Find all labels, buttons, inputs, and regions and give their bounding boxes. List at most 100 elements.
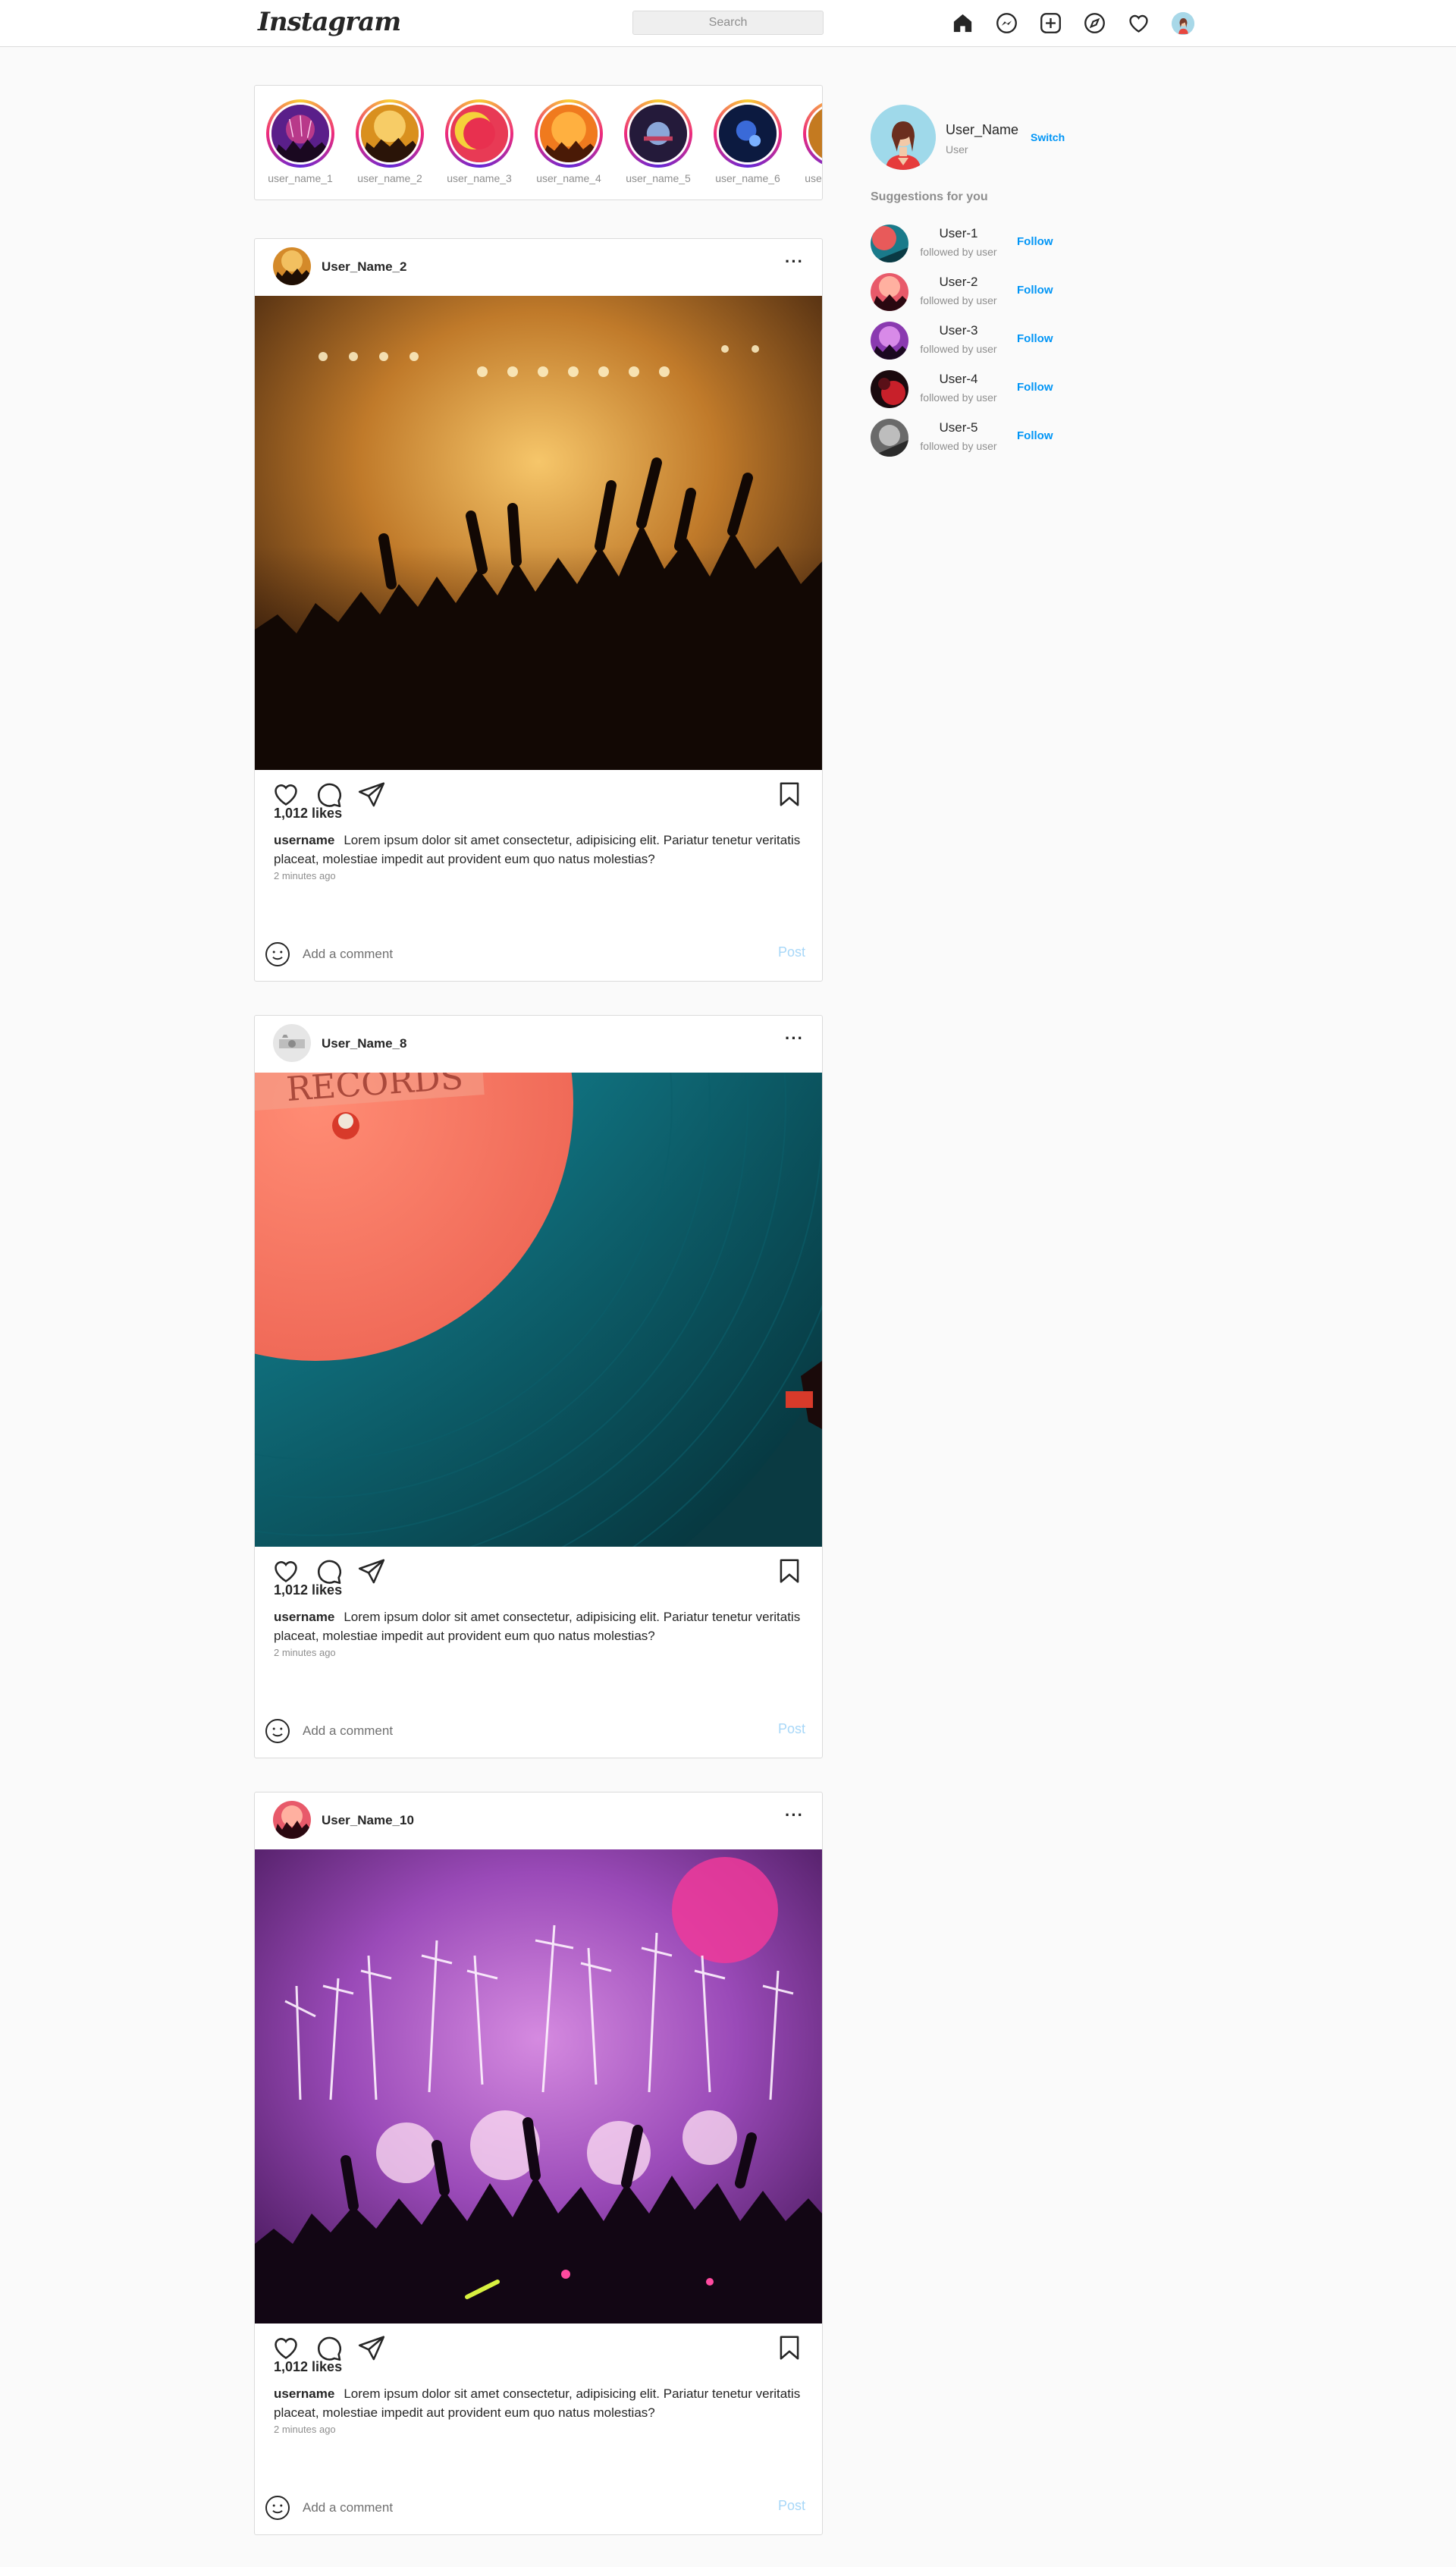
caption-username[interactable]: username xyxy=(274,2386,334,2401)
bookmark-icon[interactable] xyxy=(775,2333,804,2362)
current-user-subtitle: User xyxy=(946,143,968,156)
story-username: user_name_3 xyxy=(447,172,512,184)
follow-button[interactable]: Follow xyxy=(1017,235,1053,248)
caption-username[interactable]: username xyxy=(274,1610,334,1624)
post-comment-button[interactable]: Post xyxy=(778,944,805,960)
new-post-icon[interactable] xyxy=(1038,11,1063,36)
post-caption: username Lorem ipsum dolor sit amet conse… xyxy=(274,2384,805,2422)
comment-input[interactable] xyxy=(303,1720,727,1742)
story-item[interactable]: user_name_6 xyxy=(710,99,786,184)
comment-row: Post xyxy=(255,928,822,981)
explore-icon[interactable] xyxy=(1082,11,1107,36)
instagram-logo[interactable]: Instagram xyxy=(258,7,401,37)
story-item[interactable]: user_name_5 xyxy=(620,99,696,184)
likes-count[interactable]: 1,012 likes xyxy=(274,2359,342,2375)
suggestion-item: User-4 followed by user Follow xyxy=(871,370,1098,411)
story-avatar xyxy=(806,102,822,165)
suggestion-subtitle: followed by user xyxy=(920,246,997,258)
post-username[interactable]: User_Name_8 xyxy=(322,1036,406,1051)
post-actions xyxy=(271,1557,805,1587)
comment-icon[interactable] xyxy=(314,1557,343,1585)
post-comment-button[interactable]: Post xyxy=(778,1721,805,1737)
post-image[interactable]: RECORDS xyxy=(255,1073,822,1547)
suggestion-username[interactable]: User-3 xyxy=(918,323,999,338)
search-input[interactable] xyxy=(632,11,824,35)
story-username: user_name_7 xyxy=(805,172,822,184)
like-heart-icon[interactable] xyxy=(271,780,300,809)
story-username: user_name_4 xyxy=(536,172,601,184)
story-username: user_name_6 xyxy=(715,172,780,184)
post-comment-button[interactable]: Post xyxy=(778,2498,805,2514)
likes-count[interactable]: 1,012 likes xyxy=(274,806,342,822)
caption-text: Lorem ipsum dolor sit amet consectetur, … xyxy=(274,833,801,866)
story-item[interactable]: user_name_4 xyxy=(531,99,607,184)
story-avatar xyxy=(448,102,510,165)
suggestion-avatar[interactable] xyxy=(871,322,908,360)
story-item[interactable]: user_name_7 xyxy=(799,99,822,184)
emoji-smile-icon[interactable] xyxy=(264,2494,291,2521)
suggestions-heading: Suggestions for you xyxy=(871,190,988,203)
emoji-smile-icon[interactable] xyxy=(264,941,291,968)
post-image[interactable] xyxy=(255,296,822,770)
post-timestamp: 2 minutes ago xyxy=(274,870,336,881)
post-actions xyxy=(271,780,805,810)
activity-heart-icon[interactable] xyxy=(1126,11,1151,36)
follow-button[interactable]: Follow xyxy=(1017,332,1053,345)
current-user-avatar[interactable] xyxy=(871,105,936,170)
post-image[interactable] xyxy=(255,1849,822,2323)
post-header: User_Name_10 ··· xyxy=(255,1793,822,1849)
switch-account-button[interactable]: Switch xyxy=(1031,131,1065,143)
caption-text: Lorem ipsum dolor sit amet consectetur, … xyxy=(274,1610,801,1643)
caption-username[interactable]: username xyxy=(274,833,334,847)
profile-avatar[interactable] xyxy=(1170,11,1195,36)
suggestion-username[interactable]: User-2 xyxy=(918,275,999,290)
more-options-icon[interactable]: ··· xyxy=(785,253,804,270)
suggestion-item: User-5 followed by user Follow xyxy=(871,419,1098,460)
story-item[interactable]: user_name_3 xyxy=(441,99,517,184)
post-username[interactable]: User_Name_2 xyxy=(322,259,406,275)
comment-icon[interactable] xyxy=(314,780,343,809)
current-user-name[interactable]: User_Name xyxy=(946,122,1018,138)
post-avatar[interactable] xyxy=(273,1801,311,1839)
comment-input[interactable] xyxy=(303,2496,727,2519)
more-options-icon[interactable]: ··· xyxy=(785,1030,804,1047)
post-username[interactable]: User_Name_10 xyxy=(322,1813,414,1828)
suggestion-item: User-3 followed by user Follow xyxy=(871,322,1098,363)
emoji-smile-icon[interactable] xyxy=(264,1717,291,1745)
bookmark-icon[interactable] xyxy=(775,1557,804,1585)
story-avatar xyxy=(538,102,600,165)
follow-button[interactable]: Follow xyxy=(1017,429,1053,442)
story-avatar xyxy=(359,102,421,165)
like-heart-icon[interactable] xyxy=(271,2333,300,2362)
post-avatar[interactable] xyxy=(273,1024,311,1062)
comment-input[interactable] xyxy=(303,943,727,966)
likes-count[interactable]: 1,012 likes xyxy=(274,1582,342,1598)
nav-icons xyxy=(950,11,1195,36)
share-icon[interactable] xyxy=(357,780,386,809)
suggestion-username[interactable]: User-1 xyxy=(918,226,999,241)
suggestion-avatar[interactable] xyxy=(871,419,908,457)
story-item[interactable]: user_name_2 xyxy=(352,99,428,184)
suggestion-avatar[interactable] xyxy=(871,225,908,262)
story-username: user_name_5 xyxy=(626,172,691,184)
home-icon[interactable] xyxy=(950,11,975,36)
comment-icon[interactable] xyxy=(314,2333,343,2362)
suggestion-username[interactable]: User-4 xyxy=(918,372,999,387)
suggestion-username[interactable]: User-5 xyxy=(918,420,999,435)
suggestion-item: User-2 followed by user Follow xyxy=(871,273,1098,314)
comment-row: Post xyxy=(255,2481,822,2534)
like-heart-icon[interactable] xyxy=(271,1557,300,1585)
follow-button[interactable]: Follow xyxy=(1017,381,1053,394)
suggestion-avatar[interactable] xyxy=(871,273,908,311)
messenger-icon[interactable] xyxy=(994,11,1019,36)
story-item[interactable]: user_name_1 xyxy=(262,99,338,184)
bookmark-icon[interactable] xyxy=(775,780,804,809)
suggestion-avatar[interactable] xyxy=(871,370,908,408)
post-timestamp: 2 minutes ago xyxy=(274,1647,336,1658)
more-options-icon[interactable]: ··· xyxy=(785,1807,804,1824)
share-icon[interactable] xyxy=(357,1557,386,1585)
post-avatar[interactable] xyxy=(273,247,311,285)
post-caption: username Lorem ipsum dolor sit amet conse… xyxy=(274,1607,805,1645)
follow-button[interactable]: Follow xyxy=(1017,284,1053,297)
share-icon[interactable] xyxy=(357,2333,386,2362)
